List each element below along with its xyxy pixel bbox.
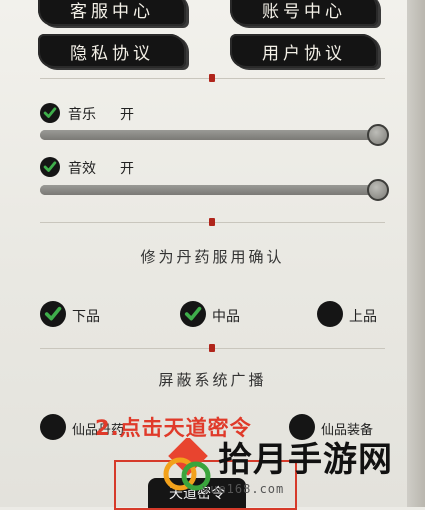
sfx-slider[interactable] bbox=[40, 185, 385, 195]
seal-ornament bbox=[209, 218, 215, 226]
music-state: 开 bbox=[120, 107, 134, 123]
low-grade-checkbox[interactable] bbox=[40, 301, 66, 327]
mid-grade-checkbox[interactable] bbox=[180, 301, 206, 327]
music-slider-knob[interactable] bbox=[367, 124, 389, 146]
sfx-state: 开 bbox=[120, 161, 134, 177]
low-grade-label: 下品 bbox=[72, 309, 100, 325]
music-checkbox[interactable] bbox=[40, 103, 60, 123]
seal-ornament bbox=[209, 344, 215, 352]
music-slider[interactable] bbox=[40, 130, 385, 140]
checkmark-icon bbox=[43, 107, 57, 118]
sfx-label: 音效 bbox=[68, 161, 96, 177]
immortal-pill-checkbox[interactable] bbox=[40, 414, 66, 440]
watermark: 拾月手游网 yue168.com bbox=[160, 432, 425, 507]
music-label: 音乐 bbox=[68, 107, 96, 123]
seal-ornament bbox=[209, 74, 215, 82]
watermark-text: 拾月手游网 bbox=[218, 440, 393, 480]
user-agreement-button[interactable]: 用户协议 bbox=[230, 34, 378, 68]
checkmark-icon bbox=[43, 161, 57, 172]
checkmark-icon bbox=[184, 306, 202, 321]
sfx-slider-knob[interactable] bbox=[367, 179, 389, 201]
broadcast-title: 屏蔽系统广播 bbox=[158, 371, 267, 389]
checkmark-icon bbox=[44, 306, 62, 321]
privacy-agreement-button[interactable]: 隐私协议 bbox=[38, 34, 186, 68]
sfx-slider-fill bbox=[40, 185, 385, 195]
mid-grade-label: 中品 bbox=[212, 309, 240, 325]
pill-confirm-title: 修为丹药服用确认 bbox=[140, 248, 285, 266]
sfx-checkbox[interactable] bbox=[40, 157, 60, 177]
high-grade-checkbox[interactable] bbox=[317, 301, 343, 327]
account-center-button[interactable]: 账号中心 bbox=[230, 0, 378, 26]
high-grade-label: 上品 bbox=[349, 309, 377, 325]
music-slider-fill bbox=[40, 130, 385, 140]
customer-service-button[interactable]: 客服中心 bbox=[38, 0, 186, 26]
watermark-url: yue168.com bbox=[202, 482, 285, 496]
